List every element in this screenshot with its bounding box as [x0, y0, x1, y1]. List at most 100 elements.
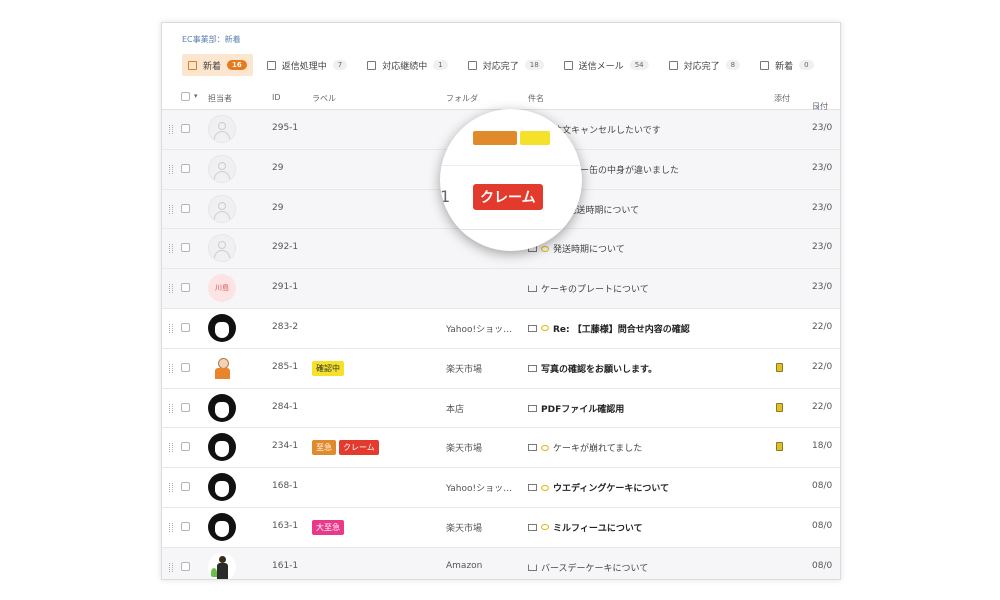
- mail-folder: 楽天市場: [446, 364, 483, 375]
- tab-sent[interactable]: 送信メール 54: [558, 54, 655, 76]
- mail-subject-cell[interactable]: Re: 【工藤様】問合せ内容の確認: [528, 322, 690, 335]
- mail-id: 29: [272, 162, 284, 173]
- tab-completed-2[interactable]: 対応完了 8: [663, 54, 746, 76]
- table-row[interactable]: 163-1 大至急 楽天市場 ミルフィーユについて 08/0: [162, 508, 840, 548]
- attachment-icon[interactable]: [776, 402, 783, 412]
- table-header: ▾ 担当者 ID ラベル フォルダ 件名 添付 日付 ⌄: [162, 85, 840, 111]
- table-row[interactable]: 川島 291-1 ケーキのプレートについて 23/0: [162, 269, 840, 309]
- status-tabs: 新着 16 返信処理中 7 対応継続中 1 対応完了 18 送信メール 54 対…: [182, 54, 828, 76]
- mail-subject-cell[interactable]: ケーキのプレートについて: [528, 282, 649, 295]
- folder-icon: [563, 60, 573, 70]
- row-checkbox[interactable]: [181, 362, 190, 372]
- drag-handle-icon[interactable]: [169, 562, 173, 572]
- mail-date: 23/0: [812, 282, 833, 293]
- drag-handle-icon[interactable]: [169, 284, 173, 294]
- label-badge[interactable]: 確認中: [312, 360, 344, 376]
- row-checkbox[interactable]: [181, 561, 190, 571]
- mail-date: 22/0: [812, 361, 833, 372]
- mail-subject: ウエディングケーキについて: [553, 484, 670, 495]
- drag-handle-icon[interactable]: [169, 443, 173, 453]
- tab-count: 16: [227, 60, 247, 70]
- drag-handle-icon[interactable]: [169, 323, 173, 333]
- tab-replying[interactable]: 返信処理中 7: [261, 54, 353, 76]
- tab-continuing[interactable]: 対応継続中 1: [361, 54, 453, 76]
- tab-count: 0: [799, 60, 814, 70]
- attachment-icon[interactable]: [776, 442, 783, 452]
- label-group: 至急 クレーム: [312, 440, 382, 456]
- mail-date: 08/0: [812, 481, 833, 492]
- avatar: [208, 313, 236, 342]
- mail-icon: [528, 364, 537, 372]
- row-checkbox[interactable]: [181, 124, 190, 133]
- drag-handle-icon[interactable]: [169, 244, 173, 254]
- drag-handle-icon[interactable]: [169, 164, 173, 174]
- row-checkbox[interactable]: [181, 482, 190, 492]
- table-row[interactable]: 161-1 Amazon バースデーケーキについて 08/0: [162, 547, 840, 579]
- tab-label: 対応完了: [683, 61, 720, 72]
- mail-open-icon: [528, 285, 537, 293]
- mail-subject-cell[interactable]: バースデーケーキについて: [528, 561, 648, 574]
- row-checkbox[interactable]: [181, 163, 190, 173]
- mail-folder: 楽天市場: [446, 523, 483, 534]
- attachment-icon[interactable]: [776, 362, 783, 372]
- label-badge[interactable]: クレーム: [339, 440, 379, 456]
- comment-icon: [541, 444, 549, 451]
- header-assignee[interactable]: 担当者: [208, 93, 232, 104]
- mail-date: 18/0: [812, 441, 833, 452]
- folder-icon: [367, 60, 377, 70]
- tab-new-2[interactable]: 新着 0: [754, 54, 819, 76]
- mail-date: 23/0: [812, 123, 833, 133]
- header-folder[interactable]: フォルダ: [446, 93, 478, 104]
- drag-handle-icon[interactable]: [169, 204, 173, 214]
- mail-subject-cell[interactable]: ケーキが崩れてました: [528, 441, 642, 454]
- mail-subject-cell[interactable]: ウエディングケーキについて: [528, 481, 669, 494]
- row-checkbox[interactable]: [181, 322, 190, 332]
- magnified-id: 1: [440, 187, 451, 206]
- comment-icon: [541, 484, 549, 491]
- row-checkbox[interactable]: [181, 402, 190, 412]
- table-row[interactable]: 284-1 本店 PDFファイル確認用 22/0: [162, 389, 840, 429]
- breadcrumb[interactable]: EC事業部：新着: [182, 34, 241, 45]
- chevron-down-icon[interactable]: ▾: [194, 92, 198, 100]
- drag-handle-icon[interactable]: [169, 125, 173, 134]
- mail-folder: 本店: [446, 404, 465, 415]
- mail-id: 285-1: [272, 361, 299, 372]
- header-attachment[interactable]: 添付: [774, 93, 790, 104]
- tab-completed[interactable]: 対応完了 18: [462, 54, 550, 76]
- mail-id: 295-1: [272, 123, 299, 133]
- drag-handle-icon[interactable]: [169, 363, 173, 373]
- drag-handle-icon[interactable]: [169, 403, 173, 413]
- drag-handle-icon[interactable]: [169, 522, 173, 532]
- avatar: [208, 115, 236, 143]
- magnified-claim-label: クレーム: [473, 184, 543, 210]
- table-row[interactable]: 283-2 Yahoo!ショッ… Re: 【工藤様】問合せ内容の確認 22/0: [162, 309, 840, 349]
- table-row[interactable]: 234-1 至急 クレーム 楽天市場 ケーキが崩れてました 18/0: [162, 428, 840, 469]
- header-subject[interactable]: 件名: [528, 93, 544, 104]
- row-checkbox[interactable]: [181, 283, 190, 293]
- header-id[interactable]: ID: [272, 93, 281, 102]
- tab-new[interactable]: 新着 16: [182, 54, 253, 76]
- mail-subject-cell[interactable]: ミルフィーユについて: [528, 521, 643, 534]
- avatar: [208, 194, 236, 223]
- comment-icon: [541, 524, 549, 531]
- row-checkbox[interactable]: [181, 203, 190, 213]
- select-all-checkbox[interactable]: [181, 92, 190, 101]
- tab-label: 対応完了: [482, 61, 519, 72]
- mail-id: 291-1: [272, 282, 299, 293]
- row-checkbox[interactable]: [181, 243, 190, 253]
- row-divider: [440, 229, 582, 230]
- avatar: [208, 473, 236, 502]
- label-badge[interactable]: 大至急: [312, 519, 344, 535]
- mail-subject-cell[interactable]: PDFファイル確認用: [528, 402, 624, 415]
- plant-icon: [211, 567, 217, 577]
- row-checkbox[interactable]: [181, 521, 190, 531]
- table-row[interactable]: 168-1 Yahoo!ショッ… ウエディングケーキについて 08/0: [162, 468, 840, 508]
- label-badge[interactable]: 至急: [312, 440, 336, 456]
- mail-icon: [528, 404, 537, 412]
- row-checkbox[interactable]: [181, 442, 190, 452]
- mail-subject-cell[interactable]: 写真の確認をお願いします。: [528, 362, 657, 375]
- header-label[interactable]: ラベル: [312, 93, 336, 104]
- avatar: [208, 512, 236, 541]
- table-row[interactable]: 285-1 確認中 楽天市場 写真の確認をお願いします。 22/0: [162, 349, 840, 389]
- drag-handle-icon[interactable]: [169, 483, 173, 493]
